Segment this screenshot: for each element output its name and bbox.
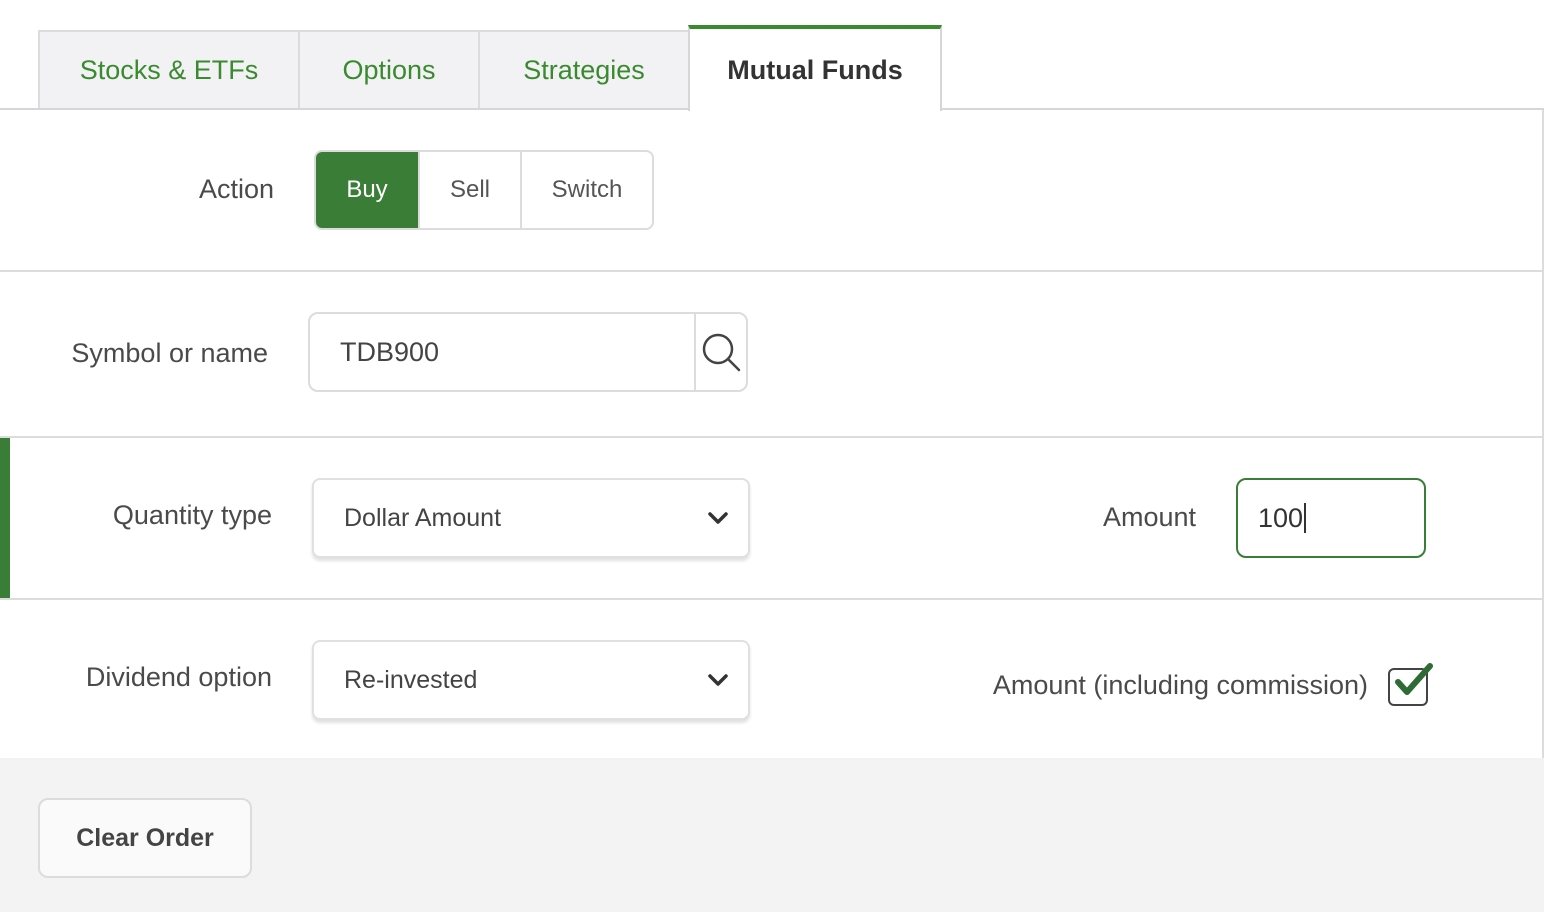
- chevron-down-icon: [688, 511, 748, 525]
- symbol-label: Symbol or name: [71, 338, 268, 368]
- tab-mutual-funds[interactable]: Mutual Funds: [688, 25, 942, 111]
- row-divider: [0, 436, 1542, 438]
- amount-input[interactable]: 100: [1236, 478, 1426, 558]
- clear-order-button[interactable]: Clear Order: [38, 798, 252, 878]
- row-divider: [0, 598, 1542, 600]
- dividend-option-select[interactable]: Re-invested: [312, 640, 750, 720]
- quantity-type-value: Dollar Amount: [344, 503, 502, 532]
- order-type-tabs: Stocks & ETFs Options Strategies Mutual …: [0, 0, 1544, 111]
- chevron-down-icon: [688, 673, 748, 687]
- amount-including-commission-checkbox[interactable]: [1388, 663, 1433, 706]
- dividend-option-label: Dividend option: [85, 662, 272, 692]
- switch-button[interactable]: Switch: [520, 152, 652, 228]
- order-form-panel: [0, 110, 1544, 758]
- sell-button[interactable]: Sell: [418, 152, 520, 228]
- row-divider: [0, 270, 1542, 272]
- checkmark-icon: [1395, 663, 1433, 695]
- tab-stocks-etfs[interactable]: Stocks & ETFs: [38, 30, 300, 108]
- amount-including-commission-label: Amount (including commission): [992, 670, 1368, 700]
- active-row-indicator: [0, 438, 10, 598]
- tab-strategies[interactable]: Strategies: [478, 30, 690, 108]
- search-button[interactable]: [694, 314, 746, 390]
- symbol-search-box: [308, 312, 748, 392]
- quantity-type-label: Quantity type: [112, 500, 272, 530]
- amount-label: Amount: [1102, 502, 1196, 532]
- buy-button[interactable]: Buy: [316, 152, 418, 228]
- quantity-type-select[interactable]: Dollar Amount: [312, 478, 750, 558]
- symbol-input[interactable]: [310, 314, 694, 390]
- tab-options[interactable]: Options: [298, 30, 480, 108]
- search-icon: [702, 333, 741, 372]
- dividend-option-value: Re-invested: [344, 665, 478, 694]
- action-label: Action: [198, 174, 274, 204]
- amount-value: 100: [1258, 502, 1304, 533]
- action-segmented-control: Buy Sell Switch: [314, 150, 654, 230]
- text-caret: [1304, 503, 1307, 533]
